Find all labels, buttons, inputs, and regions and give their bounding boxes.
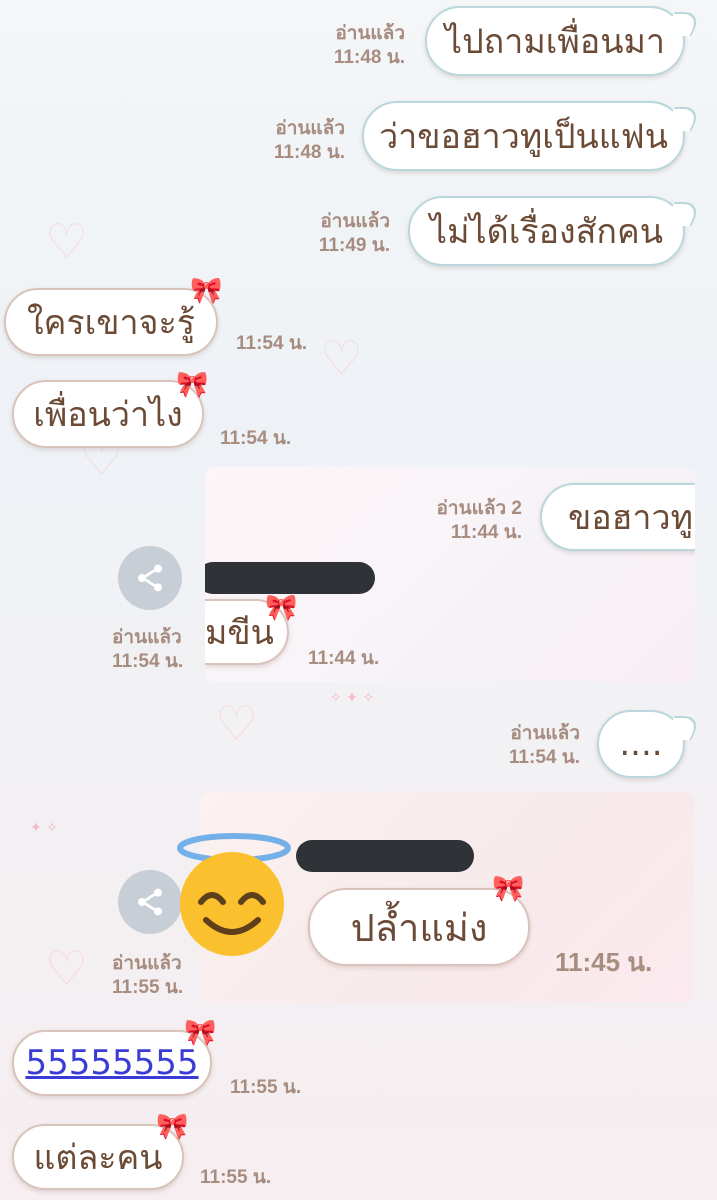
message-text: .... <box>619 724 663 764</box>
heart-decoration: ♡ <box>45 941 89 997</box>
bow-icon: 🎀 <box>492 874 525 904</box>
timestamp: 11:45 น. <box>555 947 653 977</box>
read-receipt: อ่านแล้ว 11:49 น. <box>285 210 390 258</box>
incoming-message-bubble[interactable]: 55555555 <box>12 1030 212 1096</box>
message-text: เพื่อนว่าไง <box>33 395 183 435</box>
timestamp: 11:48 น. <box>333 47 405 68</box>
bow-icon: 🎀 <box>265 593 298 623</box>
read-receipt: อ่านแล้ว 11:54 น. <box>112 626 212 674</box>
message-text: ปล้ำแม่ง <box>350 905 488 950</box>
message-text: ไม่ได้เรื่องสักคน <box>430 212 663 252</box>
timestamp: 11:54 น. <box>220 428 292 449</box>
outgoing-message-bubble[interactable]: .... <box>597 710 685 778</box>
message-text: ขอฮาวทูเ <box>568 498 695 538</box>
sparkle-decoration: ✧ ✦ ✧ <box>330 690 375 706</box>
forwarded-image-message[interactable]: อ่านแล้ว 2 11:44 น. ขอฮาวทูเ มขีน 🎀 11:4… <box>205 467 695 682</box>
sparkle-decoration: ✦ ✧ <box>30 820 58 836</box>
heart-decoration: ♡ <box>45 214 89 270</box>
outgoing-message-bubble[interactable]: ว่าขอฮาวทูเป็นแฟน <box>362 101 685 171</box>
message-text: ว่าขอฮาวทูเป็นแฟน <box>379 117 668 157</box>
heart-decoration: ♡ <box>320 331 364 387</box>
timestamp: 11:54 น. <box>508 747 580 768</box>
share-icon <box>138 888 162 916</box>
read-receipt: อ่านแล้ว 11:55 น. <box>112 952 212 1000</box>
read-label: อ่านแล้ว <box>275 118 345 139</box>
bow-icon: 🎀 <box>190 276 223 306</box>
read-receipt: อ่านแล้ว 2 11:44 น. <box>410 497 522 545</box>
timestamp: 11:48 น. <box>273 142 345 163</box>
outgoing-message-bubble: ขอฮาวทูเ <box>540 483 695 551</box>
read-label: อ่านแล้ว <box>112 953 182 974</box>
redacted-name <box>205 562 375 594</box>
timestamp: 11:55 น. <box>230 1077 302 1098</box>
bow-icon: 🎀 <box>156 1112 189 1142</box>
read-receipt: อ่านแล้ว 11:48 น. <box>300 22 405 70</box>
read-label: อ่านแล้ว 2 <box>436 498 522 519</box>
timestamp: 11:54 น. <box>236 333 308 354</box>
incoming-message-bubble[interactable]: ใครเขาจะรู้ <box>4 288 218 356</box>
timestamp: 11:55 น. <box>112 977 184 998</box>
timestamp: 11:44 น. <box>308 648 380 669</box>
smiling-face-with-halo-icon <box>177 833 291 956</box>
read-receipt: อ่านแล้ว 11:48 น. <box>240 117 345 165</box>
message-text: ไปถามเพื่อนมา <box>445 22 665 62</box>
heart-decoration: ♡ <box>215 696 259 752</box>
share-icon <box>138 564 162 592</box>
message-link[interactable]: 55555555 <box>25 1043 198 1083</box>
outgoing-message-bubble[interactable]: ไม่ได้เรื่องสักคน <box>408 196 685 266</box>
redacted-name <box>296 840 474 872</box>
message-text: ใครเขาจะรู้ <box>26 303 195 343</box>
message-text: แต่ละคน <box>33 1138 163 1178</box>
read-label: อ่านแล้ว <box>335 23 405 44</box>
timestamp: 11:44 น. <box>450 522 522 543</box>
message-text: มขีน <box>205 613 274 653</box>
read-label: อ่านแล้ว <box>112 627 182 648</box>
read-receipt: อ่านแล้ว 11:54 น. <box>478 722 580 770</box>
timestamp: 11:55 น. <box>200 1167 272 1188</box>
timestamp: 11:49 น. <box>318 235 390 256</box>
read-label: อ่านแล้ว <box>320 211 390 232</box>
share-button[interactable] <box>118 546 182 610</box>
bow-icon: 🎀 <box>176 370 209 400</box>
read-label: อ่านแล้ว <box>510 723 580 744</box>
timestamp: 11:54 น. <box>112 651 184 672</box>
bow-icon: 🎀 <box>184 1018 217 1048</box>
outgoing-message-bubble[interactable]: ไปถามเพื่อนมา <box>425 6 685 76</box>
